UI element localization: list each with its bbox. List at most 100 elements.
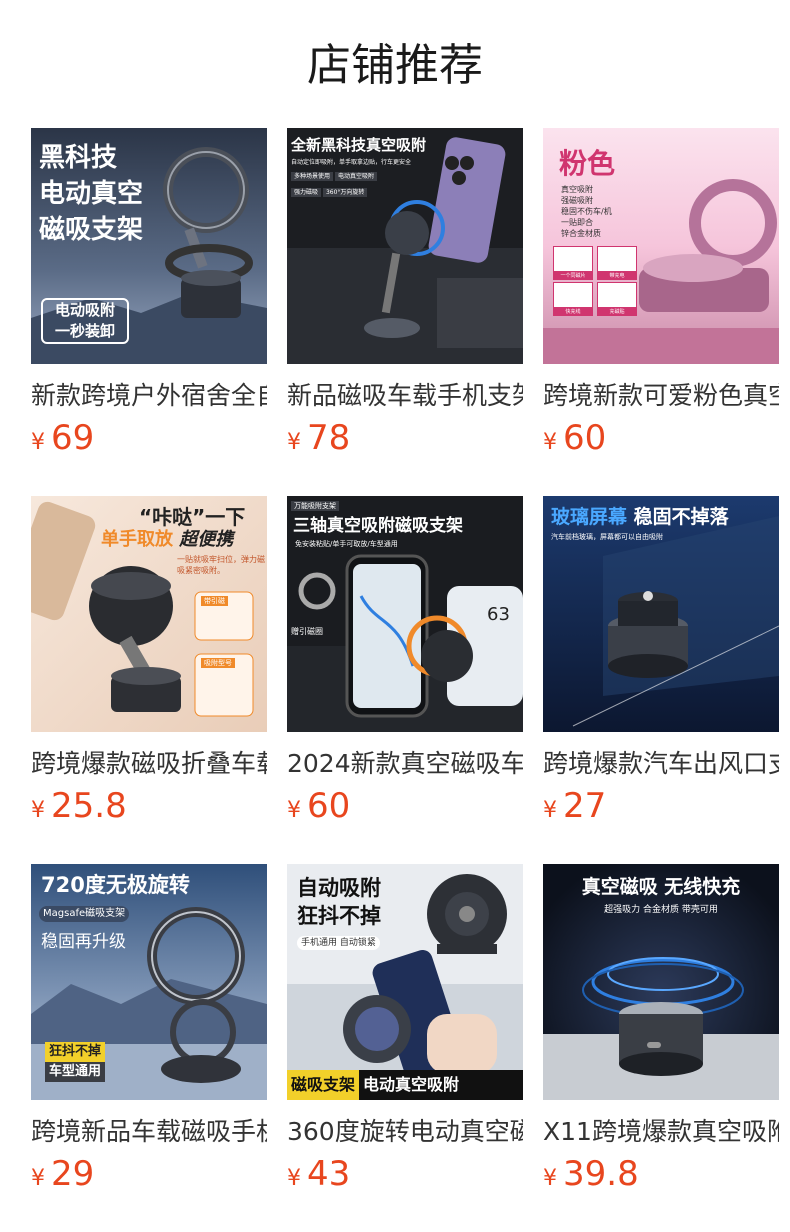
- image-headline-line: 狂抖不掉: [297, 904, 381, 928]
- product-image[interactable]: 万能吸附支架 三轴真空吸附磁吸支架 免安装粘贴/单手可取放/车型通用 赠引磁圈 …: [287, 496, 523, 732]
- image-headline-accent: 单手取放: [101, 529, 173, 550]
- image-tag: 带引磁: [201, 596, 228, 606]
- image-feature-list: 真空吸附 强磁吸附 稳固不伤车/机 一贴即合 锌合金材质: [561, 184, 612, 239]
- image-tag: 吸附型号: [201, 658, 235, 668]
- price-value: 60: [563, 418, 607, 458]
- image-headline: 全新黑科技真空吸附: [291, 136, 427, 154]
- product-image[interactable]: 玻璃屏幕 稳固不掉落 汽车前档玻璃，屏幕都可以自由吸附: [543, 496, 779, 732]
- product-price: ¥43: [287, 1152, 350, 1196]
- image-badge: 电动吸附 一秒装卸: [41, 298, 129, 344]
- image-tag: Magsafe磁吸支架: [39, 906, 130, 922]
- product-card[interactable]: 自动吸附 狂抖不掉 手机通用 自动锁紧 磁吸支架 电动真空吸附 360度旋转电动…: [287, 864, 523, 1194]
- image-badge: 磁吸支架 电动真空吸附: [287, 1070, 523, 1100]
- feature-item: 锌合金材质: [561, 229, 601, 238]
- product-card[interactable]: 720度无极旋转 Magsafe磁吸支架 稳固再升级 狂抖不掉 车型通用 跨境新…: [31, 864, 267, 1194]
- currency-symbol: ¥: [31, 430, 45, 455]
- image-headline-line: 电动真空: [39, 179, 144, 209]
- product-image[interactable]: “咔哒”一下 单手取放 超便携 一贴就吸牢扫位，弹力磁吸紧密吸附。 带引磁 吸附…: [31, 496, 267, 732]
- feature-item: 一贴即合: [561, 218, 593, 227]
- product-card[interactable]: 玻璃屏幕 稳固不掉落 汽车前档玻璃，屏幕都可以自由吸附 跨境爆款汽车出风口支架 …: [543, 496, 779, 826]
- product-card[interactable]: 真空磁吸 无线快充 超强吸力 合金材质 带壳可用 X11跨境爆款真空吸附 ¥39…: [543, 864, 779, 1194]
- product-name[interactable]: 新款跨境户外宿舍全自动: [31, 378, 267, 414]
- badge-line: 磁吸支架: [287, 1070, 360, 1100]
- price-value: 60: [307, 786, 351, 826]
- image-tag: 强力磁吸: [291, 188, 322, 197]
- currency-symbol: ¥: [287, 1166, 301, 1191]
- image-headline: 720度无极旋转: [41, 873, 190, 897]
- image-subtitle: 汽车前档玻璃，屏幕都可以自由吸附: [551, 533, 663, 541]
- image-tag: 万能吸附支架: [291, 501, 339, 511]
- product-card[interactable]: 粉色 真空吸附 强磁吸附 稳固不伤车/机 一贴即合 锌合金材质 一个同磁片 带充…: [543, 128, 779, 458]
- image-subtitle: 稳固再升级: [41, 932, 126, 952]
- swatch-label: 带充电: [597, 272, 637, 280]
- product-image[interactable]: 粉色 真空吸附 强磁吸附 稳固不伤车/机 一贴即合 锌合金材质 一个同磁片 带充…: [543, 128, 779, 364]
- image-badge: 狂抖不掉 车型通用: [45, 1042, 106, 1082]
- product-name[interactable]: X11跨境爆款真空吸附: [543, 1114, 779, 1150]
- badge-line: 车型通用: [45, 1062, 106, 1082]
- product-image[interactable]: 全新黑科技真空吸附 自动定位即吸附，单手取拿边贴，行车更安全 多种场景使用 电动…: [287, 128, 523, 364]
- swatch-label: 快充线: [553, 308, 593, 316]
- product-image[interactable]: 720度无极旋转 Magsafe磁吸支架 稳固再升级 狂抖不掉 车型通用: [31, 864, 267, 1100]
- product-name[interactable]: 跨境新品车载磁吸手机支架: [31, 1114, 267, 1150]
- image-tag: 电动真空吸附: [334, 172, 377, 181]
- currency-symbol: ¥: [287, 430, 301, 455]
- image-headline-line: 稳固不掉落: [633, 506, 729, 528]
- feature-item: 强磁吸附: [561, 196, 593, 205]
- feature-item: 稳固不伤车/机: [561, 207, 612, 216]
- product-card[interactable]: 万能吸附支架 三轴真空吸附磁吸支架 免安装粘贴/单手可取放/车型通用 赠引磁圈 …: [287, 496, 523, 826]
- currency-symbol: ¥: [31, 798, 45, 823]
- product-price: ¥27: [543, 784, 606, 828]
- product-image[interactable]: 黑科技 电动真空 磁吸支架 电动吸附 一秒装卸: [31, 128, 267, 364]
- feature-item: 真空吸附: [561, 185, 593, 194]
- swatch-label: 充磁贴: [597, 308, 637, 316]
- product-card[interactable]: 黑科技 电动真空 磁吸支架 电动吸附 一秒装卸 新款跨境户外宿舍全自动 ¥69: [31, 128, 267, 458]
- image-headline-line: 自动吸附: [297, 876, 381, 900]
- image-headline: 真空磁吸 无线快充: [581, 876, 741, 898]
- product-price: ¥69: [31, 416, 94, 460]
- price-value: 43: [307, 1154, 351, 1194]
- swatch-label: 一个同磁片: [553, 272, 593, 280]
- image-number: 63: [487, 604, 510, 625]
- image-headline-accent: 玻璃屏幕: [551, 506, 628, 528]
- badge-line: 电动吸附: [54, 301, 115, 319]
- price-value: 29: [51, 1154, 95, 1194]
- badge-line: 电动真空吸附: [359, 1070, 523, 1100]
- image-headline-line: 磁吸支架: [39, 215, 144, 245]
- price-value: 25.8: [51, 786, 127, 826]
- price-value: 27: [563, 786, 607, 826]
- price-value: 69: [51, 418, 95, 458]
- currency-symbol: ¥: [31, 1166, 45, 1191]
- product-image[interactable]: 自动吸附 狂抖不掉 手机通用 自动锁紧 磁吸支架 电动真空吸附: [287, 864, 523, 1100]
- currency-symbol: ¥: [543, 1166, 557, 1191]
- product-name[interactable]: 跨境爆款磁吸折叠车载: [31, 746, 267, 782]
- image-headline: 粉色: [559, 147, 616, 180]
- product-card[interactable]: “咔哒”一下 单手取放 超便携 一贴就吸牢扫位，弹力磁吸紧密吸附。 带引磁 吸附…: [31, 496, 267, 826]
- currency-symbol: ¥: [287, 798, 301, 823]
- image-tag: 多种场景使用: [291, 172, 334, 181]
- product-name[interactable]: 新品磁吸车载手机支架: [287, 378, 523, 414]
- image-subtitle: 一贴就吸牢扫位，弹力磁吸紧密吸附。: [177, 555, 265, 575]
- product-card[interactable]: 全新黑科技真空吸附 自动定位即吸附，单手取拿边贴，行车更安全 多种场景使用 电动…: [287, 128, 523, 458]
- price-value: 78: [307, 418, 351, 458]
- product-image[interactable]: 真空磁吸 无线快充 超强吸力 合金材质 带壳可用: [543, 864, 779, 1100]
- product-name[interactable]: 360度旋转电动真空磁吸: [287, 1114, 523, 1150]
- product-price: ¥78: [287, 416, 350, 460]
- image-subtitle: 超强吸力 合金材质 带壳可用: [604, 905, 718, 915]
- image-headline-line: 黑科技: [39, 143, 118, 173]
- price-value: 39.8: [563, 1154, 639, 1194]
- product-price: ¥60: [543, 416, 606, 460]
- currency-symbol: ¥: [543, 798, 557, 823]
- product-name[interactable]: 跨境爆款汽车出风口支架: [543, 746, 779, 782]
- image-subtitle: 免安装粘贴/单手可取放/车型通用: [295, 540, 398, 548]
- image-subtitle: 自动定位即吸附，单手取拿边贴，行车更安全: [291, 159, 412, 166]
- product-price: ¥29: [31, 1152, 94, 1196]
- image-tag: 手机通用 自动锁紧: [297, 936, 380, 950]
- product-price: ¥60: [287, 784, 350, 828]
- section-title: 店铺推荐: [307, 40, 483, 91]
- badge-line: 一秒装卸: [54, 322, 115, 340]
- image-headline: 三轴真空吸附磁吸支架: [293, 516, 463, 536]
- badge-line: 狂抖不掉: [45, 1042, 106, 1062]
- image-label: 赠引磁圈: [291, 627, 323, 636]
- product-name[interactable]: 2024新款真空磁吸车载: [287, 746, 523, 782]
- product-name[interactable]: 跨境新款可爱粉色真空: [543, 378, 779, 414]
